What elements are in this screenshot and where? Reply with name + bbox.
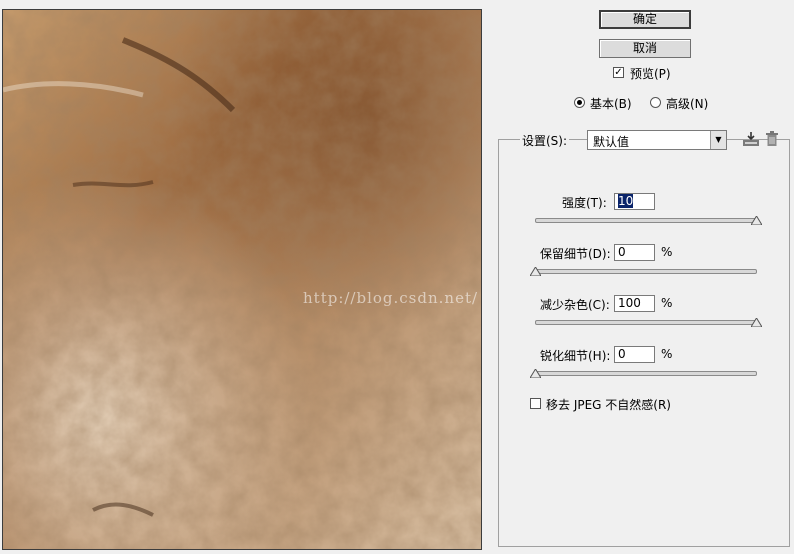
advanced-radio-label: 高级(N) (666, 97, 709, 111)
sharpen-details-input[interactable]: 0 (614, 346, 655, 363)
preview-image[interactable]: http://blog.csdn.net/ (2, 9, 482, 550)
reduce-noise-label: 减少杂色(C): (540, 298, 610, 312)
advanced-radio[interactable] (650, 97, 661, 108)
sharpen-details-slider[interactable] (535, 371, 757, 376)
cancel-button[interactable]: 取消 (599, 39, 691, 58)
preview-checkbox[interactable]: ✓ (613, 67, 624, 78)
sharpen-details-slider-thumb[interactable] (530, 369, 541, 378)
reduce-noise-slider[interactable] (535, 320, 757, 325)
preserve-details-unit: % (661, 245, 673, 259)
chevron-down-icon[interactable]: ▼ (710, 131, 726, 149)
sharpen-details-unit: % (661, 347, 673, 361)
settings-label: 设置(S): (520, 132, 570, 149)
settings-dropdown-value: 默认值 (593, 135, 630, 149)
preserve-details-input[interactable]: 0 (614, 244, 655, 261)
preserve-details-slider[interactable] (535, 269, 757, 274)
save-settings-icon[interactable] (742, 131, 760, 147)
delete-settings-icon[interactable] (766, 131, 778, 146)
strength-slider[interactable] (535, 218, 757, 223)
preserve-details-slider-thumb[interactable] (530, 267, 541, 276)
stone-texture-image (3, 10, 481, 549)
remove-jpeg-artifact-label: 移去 JPEG 不自然感(R) (546, 398, 671, 412)
basic-radio-label: 基本(B) (590, 97, 632, 111)
reduce-noise-input[interactable]: 100 (614, 295, 655, 312)
preview-checkbox-label: 预览(P) (630, 67, 671, 81)
basic-radio[interactable] (574, 97, 585, 108)
reduce-noise-unit: % (661, 296, 673, 310)
ok-button[interactable]: 确定 (599, 10, 691, 29)
strength-slider-thumb[interactable] (751, 216, 762, 225)
sharpen-details-label: 锐化细节(H): (540, 349, 611, 363)
preserve-details-label: 保留细节(D): (540, 247, 611, 261)
strength-label: 强度(T): (562, 196, 607, 210)
strength-input[interactable]: 10 (614, 193, 655, 210)
settings-dropdown[interactable]: 默认值 ▼ (587, 130, 727, 150)
remove-jpeg-artifact-checkbox[interactable] (530, 398, 541, 409)
reduce-noise-slider-thumb[interactable] (751, 318, 762, 327)
strength-value: 10 (618, 194, 634, 208)
